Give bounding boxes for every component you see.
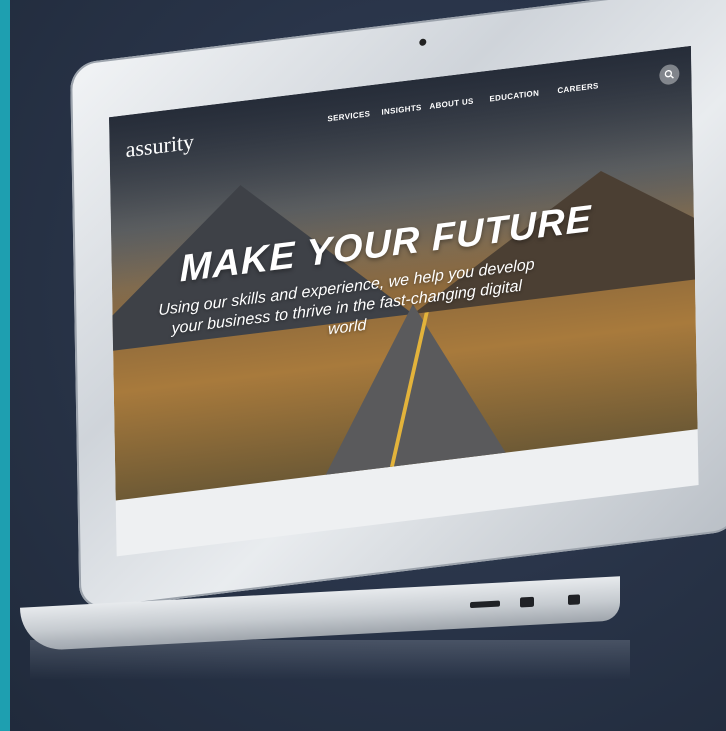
nav-item-careers[interactable]: CAREERS — [557, 81, 598, 95]
site-nav: assurity SERVICES INSIGHTS ABOUT US EDUC… — [109, 46, 692, 171]
nav-item-services[interactable]: SERVICES — [327, 109, 370, 123]
laptop-reflection — [30, 640, 630, 680]
hero-image: assurity SERVICES INSIGHTS ABOUT US EDUC… — [109, 45, 699, 501]
search-icon — [664, 70, 674, 79]
nav-item-education[interactable]: EDUCATION — [489, 89, 539, 104]
camera-dot — [419, 38, 427, 47]
sd-card-slot — [470, 600, 500, 609]
site-logo[interactable]: assurity — [125, 129, 194, 163]
nav-item-about-us[interactable]: ABOUT US — [429, 97, 473, 111]
thunderbolt-port — [568, 594, 580, 606]
laptop-mockup: assurity SERVICES INSIGHTS ABOUT US EDUC… — [0, 0, 726, 731]
laptop-lid: assurity SERVICES INSIGHTS ABOUT US EDUC… — [70, 0, 726, 611]
nav-item-insights[interactable]: INSIGHTS — [381, 103, 421, 117]
search-button[interactable] — [659, 63, 680, 86]
laptop-screen: assurity SERVICES INSIGHTS ABOUT US EDUC… — [109, 45, 699, 557]
usb-port — [520, 596, 534, 608]
